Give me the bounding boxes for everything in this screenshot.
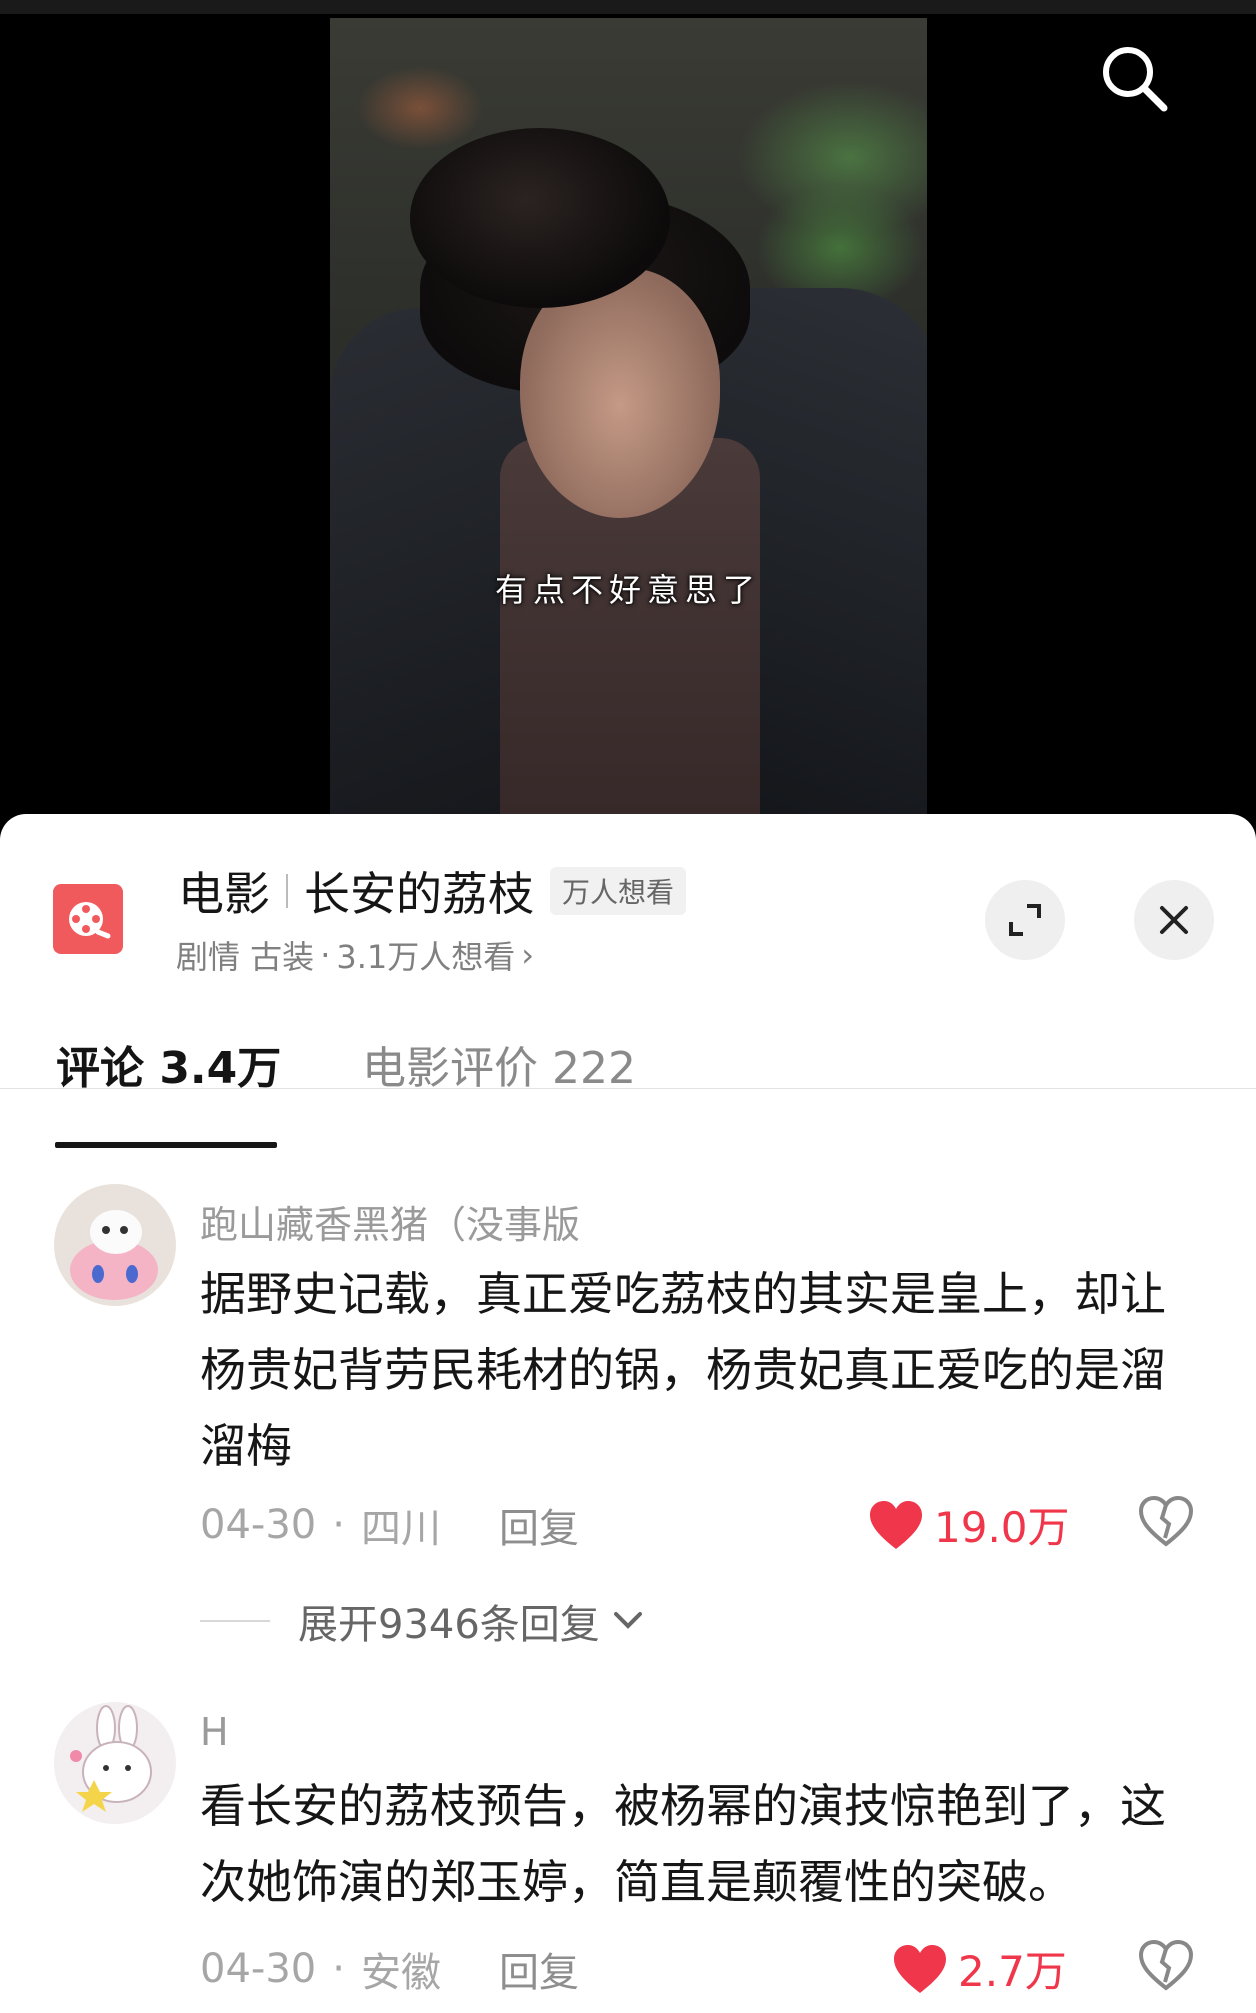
wish-count: 3.1万人想看 bbox=[336, 938, 516, 976]
expand-button[interactable] bbox=[985, 880, 1065, 960]
reply-button[interactable]: 回复 bbox=[499, 1940, 579, 1998]
video-figure-hair-bun bbox=[410, 128, 670, 308]
movie-title-row: 电影 长安的荔枝 万人想看 bbox=[178, 858, 687, 924]
film-reel-icon bbox=[69, 902, 111, 939]
heart-icon bbox=[894, 1944, 946, 1993]
comment-item: 跑山藏香黑猪（没事版 据野史记载，真正爱吃荔枝的其实是皇上，却让杨贵妃背劳民耗材… bbox=[0, 1184, 1256, 1648]
like-button[interactable]: 2.7万 bbox=[892, 1938, 1067, 1999]
comment-text: 据野史记载，真正爱吃荔枝的其实是皇上，却让杨贵妃背劳民耗材的锅，杨贵妃真正爱吃的… bbox=[200, 1267, 1166, 1473]
expand-icon bbox=[1009, 904, 1041, 936]
movie-category: 电影 bbox=[178, 867, 270, 921]
movie-header[interactable]: 电影 长安的荔枝 万人想看 剧情 古装 · 3.1万人想看 › bbox=[0, 814, 1256, 994]
search-icon bbox=[1103, 47, 1168, 112]
divider-line bbox=[200, 1620, 270, 1622]
chevron-down-icon bbox=[613, 1612, 642, 1629]
comment-item: H 看长安的荔枝预告，被杨幂的演技惊艳到了，这次她饰演的郑玉婷，简直是颠覆性的突… bbox=[0, 1702, 1256, 2013]
comment-username[interactable]: H bbox=[200, 1710, 229, 1754]
title-divider bbox=[286, 874, 288, 908]
video-frame bbox=[330, 18, 927, 830]
comments-sheet: 电影 长安的荔枝 万人想看 剧情 古装 · 3.1万人想看 › 评论 3.4万 … bbox=[0, 814, 1256, 2013]
avatar[interactable] bbox=[54, 1184, 176, 1306]
tab-comments[interactable]: 评论 3.4万 bbox=[56, 1032, 281, 1096]
comment-date: 04-30 bbox=[200, 1502, 317, 1548]
expand-replies-label: 展开9346条回复 bbox=[298, 1602, 600, 1648]
movie-title[interactable]: 长安的荔枝 bbox=[304, 858, 534, 924]
comment-meta: 04-30 · 安徽 回复 bbox=[200, 1940, 579, 1998]
like-button[interactable]: 19.0万 bbox=[868, 1494, 1070, 1555]
video-player[interactable]: 有点不好意思了 bbox=[0, 0, 1256, 830]
tab-bar: 评论 3.4万 电影评价 222 bbox=[0, 994, 1256, 1094]
like-count: 2.7万 bbox=[958, 1947, 1067, 1996]
meta-separator: · bbox=[332, 1946, 345, 1992]
reply-button[interactable]: 回复 bbox=[499, 1496, 579, 1554]
expand-replies-button[interactable]: 展开9346条回复 bbox=[200, 1592, 648, 1650]
broken-heart-icon bbox=[1138, 1495, 1194, 1547]
meta-separator: · bbox=[332, 1502, 345, 1548]
comment-meta: 04-30 · 四川 回复 bbox=[200, 1496, 579, 1554]
search-button[interactable] bbox=[1096, 40, 1172, 116]
chevron-right-icon: › bbox=[521, 936, 535, 974]
movie-meta[interactable]: 剧情 古装 · 3.1万人想看 › bbox=[176, 932, 534, 978]
video-subtitle: 有点不好意思了 bbox=[494, 571, 761, 609]
like-count: 19.0万 bbox=[934, 1503, 1070, 1552]
close-icon bbox=[1160, 906, 1188, 934]
avatar-image bbox=[54, 1184, 176, 1306]
status-strip bbox=[0, 0, 1256, 14]
comment-location: 四川 bbox=[360, 1506, 441, 1552]
dislike-button[interactable] bbox=[1138, 1494, 1194, 1550]
avatar[interactable] bbox=[54, 1702, 176, 1824]
active-tab-indicator bbox=[55, 1142, 277, 1148]
movie-genres: 剧情 古装 bbox=[176, 938, 315, 976]
popularity-badge: 万人想看 bbox=[550, 867, 687, 915]
comment-date: 04-30 bbox=[200, 1946, 317, 1992]
close-button[interactable] bbox=[1134, 880, 1214, 960]
heart-icon bbox=[870, 1500, 922, 1549]
meta-dot: · bbox=[320, 936, 331, 974]
dislike-button[interactable] bbox=[1138, 1938, 1194, 1994]
comment-location: 安徽 bbox=[360, 1950, 441, 1996]
avatar-image bbox=[54, 1702, 176, 1824]
tab-reviews[interactable]: 电影评价 222 bbox=[362, 1032, 636, 1096]
comment-text: 看长安的荔枝预告，被杨幂的演技惊艳到了，这次她饰演的郑玉婷，简直是颠覆性的突破。 bbox=[200, 1779, 1166, 1909]
broken-heart-icon bbox=[1138, 1939, 1194, 1991]
movie-logo bbox=[53, 884, 123, 954]
comment-username[interactable]: 跑山藏香黑猪（没事版 bbox=[200, 1194, 580, 1249]
